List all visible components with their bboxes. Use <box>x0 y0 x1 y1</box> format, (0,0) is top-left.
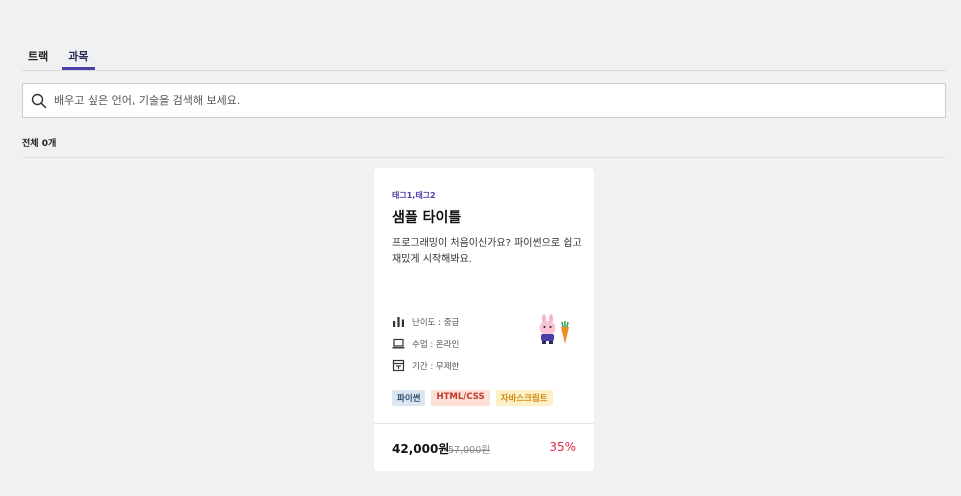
original-price: 57,000원 <box>448 445 490 456</box>
search-input[interactable] <box>54 94 914 107</box>
meta-class-type: 수업 : 온라인 <box>392 337 459 350</box>
chip-html-css[interactable]: HTML/CSS <box>431 390 490 406</box>
price: 42,000원 <box>392 442 450 456</box>
laptop-icon <box>392 338 405 349</box>
search-box[interactable] <box>22 83 946 118</box>
card-tags: 태그1,태그2 <box>392 191 436 200</box>
discount-rate: 35% <box>549 440 576 454</box>
chip-javascript[interactable]: 자바스크립트 <box>495 390 553 406</box>
card-divider <box>374 423 594 424</box>
card-title: 샘플 타이틀 <box>392 210 462 226</box>
bar-chart-icon <box>393 317 404 327</box>
duration-label: 기간 : 무제한 <box>412 361 460 372</box>
tab-subject[interactable]: 과목 <box>62 40 95 70</box>
class-type-label: 수업 : 온라인 <box>412 339 460 350</box>
tab-track[interactable]: 트랙 <box>22 40 54 70</box>
tab-bar: 트랙 과목 <box>22 40 946 71</box>
card-description: 프로그래밍이 처음이신가요? 파이썬으로 쉽고 재밌게 시작해봐요. <box>392 238 582 265</box>
result-count: 전체 0개 <box>22 136 946 158</box>
rabbit-carrot-mascot <box>539 314 569 344</box>
calendar-icon <box>392 359 405 372</box>
chip-python[interactable]: 파이썬 <box>392 390 426 406</box>
meta-duration: 기간 : 무제한 <box>392 359 459 372</box>
chip-list: 파이썬 HTML/CSS 자바스크립트 <box>392 390 553 406</box>
difficulty-label: 난이도 : 중급 <box>412 317 460 328</box>
search-icon <box>31 93 47 108</box>
course-card[interactable]: 태그1,태그2 샘플 타이틀 프로그래밍이 처음이신가요? 파이썬으로 쉽고 재… <box>374 168 594 471</box>
meta-difficulty: 난이도 : 중급 <box>392 315 459 328</box>
